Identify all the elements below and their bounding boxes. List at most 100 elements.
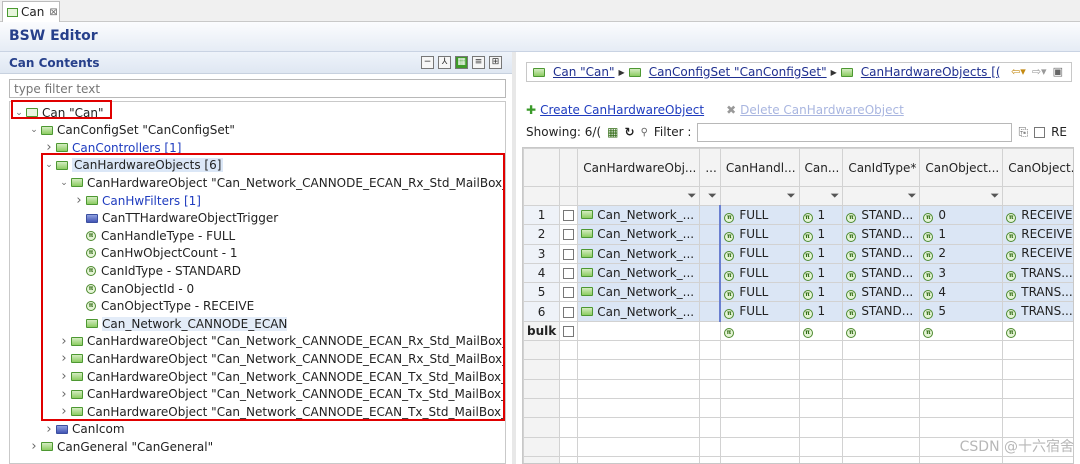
count-cell[interactable]: π1 (798, 262, 844, 284)
table-row[interactable]: 4 Can_Network_... π FULL π 1 π STAND... π 3 π TRANS… (523, 262, 1073, 284)
column-filter-icon[interactable]: ⏷ (699, 186, 721, 206)
grid-icon[interactable]: ⊞ (489, 56, 502, 69)
objid-cell[interactable]: π5 (919, 301, 1004, 322)
delete-button[interactable]: ✖ Delete CanHardwareObject (726, 103, 904, 117)
objid-cell[interactable]: π2 (919, 243, 1004, 264)
count-cell[interactable]: π1 (798, 204, 844, 226)
handle-cell[interactable]: π FULL (719, 224, 800, 245)
column-filter-icon[interactable]: ⏷ (798, 186, 844, 206)
objtype-cell[interactable]: π RECEIVE (1002, 204, 1073, 226)
columns-icon[interactable]: ▦ (607, 125, 618, 139)
bulk-cell[interactable]: π (842, 320, 921, 342)
bulk-cell[interactable]: π (798, 320, 844, 342)
regex-checkbox[interactable] (1034, 126, 1046, 138)
bulk-checkbox[interactable] (563, 325, 575, 337)
link-icon[interactable]: ⚲ (641, 127, 648, 138)
bulk-cell[interactable] (577, 320, 701, 342)
chevron-down-icon[interactable]: ⌄ (27, 125, 41, 135)
idtype-cell[interactable]: π STAND... (842, 224, 921, 245)
empty-cell[interactable] (699, 282, 722, 303)
idtype-cell[interactable]: π STAND... (842, 243, 921, 264)
column-header[interactable]: CanIdType* (842, 148, 921, 187)
document-icon[interactable]: ≡ (472, 56, 485, 69)
handle-cell[interactable]: π FULL (719, 243, 800, 264)
column-header[interactable]: CanObject... (1002, 148, 1073, 187)
objid-cell[interactable]: π1 (919, 224, 1004, 245)
chevron-right-icon[interactable]: › (42, 422, 56, 437)
column-header[interactable]: CanObject... (919, 148, 1004, 187)
name-cell[interactable]: Can_Network_... (577, 204, 701, 226)
tree-filter-input[interactable] (9, 79, 506, 98)
handle-cell[interactable]: π FULL (719, 301, 800, 322)
row-checkbox[interactable] (563, 248, 575, 260)
row-checkbox[interactable] (563, 210, 575, 222)
module-icon[interactable]: ▦ (455, 56, 468, 69)
bulk-cell[interactable]: π (1002, 320, 1073, 342)
idtype-cell[interactable]: π STAND... (842, 301, 921, 322)
objid-cell[interactable]: π4 (919, 282, 1004, 303)
idtype-cell[interactable]: π STAND... (842, 204, 921, 226)
table-row[interactable]: 5 Can_Network_... π FULL π 1 π STAND... π 4 π TRANS… (523, 282, 1073, 303)
objtype-cell[interactable]: π TRANS... (1002, 301, 1073, 322)
back-icon[interactable]: ⇦▾ (1011, 65, 1026, 78)
objid-cell[interactable]: π0 (919, 204, 1004, 226)
count-cell[interactable]: π1 (798, 301, 844, 322)
objtype-cell[interactable]: π TRANS... (1002, 262, 1073, 284)
menu-icon[interactable]: ▣ (1053, 65, 1063, 78)
bulk-cell[interactable]: π (719, 320, 800, 342)
column-filter-icon[interactable]: ⏷ (842, 186, 921, 206)
bulk-row[interactable]: bulk π π π π π (523, 320, 1073, 342)
tab-can[interactable]: Can ⊠ (2, 1, 60, 22)
empty-cell[interactable] (699, 243, 722, 264)
column-header[interactable]: CanHardwareObj... (577, 148, 701, 187)
column-filter-icon[interactable]: ⏷ (719, 186, 800, 206)
bulk-cell[interactable]: π (919, 320, 1004, 342)
empty-cell[interactable] (699, 204, 722, 226)
regex-icon[interactable]: ⎘ (1018, 125, 1028, 140)
close-icon[interactable]: ⊠ (49, 7, 57, 18)
count-cell[interactable]: π1 (798, 282, 844, 303)
forward-icon[interactable]: ⇨▾ (1032, 65, 1047, 78)
table-row[interactable]: 1 Can_Network_... π FULL π 1 π STAND... π 0 π RECEI… (523, 204, 1073, 226)
name-cell[interactable]: Can_Network_... (577, 224, 701, 245)
column-filter-icon[interactable]: ⏷ (577, 186, 701, 206)
create-button[interactable]: ✚ Create CanHardwareObject (526, 103, 704, 117)
objid-cell[interactable]: π3 (919, 262, 1004, 284)
table-row[interactable]: 2 Can_Network_... π FULL π 1 π STAND... π 1 π RECEI… (523, 224, 1073, 245)
objtype-cell[interactable]: π RECEIVE (1002, 243, 1073, 264)
empty-cell[interactable] (699, 301, 722, 322)
bulk-cell[interactable] (699, 320, 721, 342)
column-filter-icon[interactable]: ⏷ (1002, 186, 1073, 206)
column-filter-icon[interactable]: ⏷ (919, 186, 1004, 206)
name-cell[interactable]: Can_Network_... (577, 243, 701, 264)
handle-cell[interactable]: π FULL (719, 262, 800, 284)
breadcrumb-can[interactable]: Can "Can" (553, 65, 615, 79)
objtype-cell[interactable]: π RECEIVE (1002, 224, 1073, 245)
handle-cell[interactable]: π FULL (719, 282, 800, 303)
breadcrumb-canhardwareobjects[interactable]: CanHardwareObjects [( (861, 65, 1001, 79)
collapse-all-icon[interactable]: − (421, 56, 434, 69)
name-cell[interactable]: Can_Network_... (577, 262, 701, 284)
chevron-right-icon[interactable]: › (27, 439, 41, 454)
idtype-cell[interactable]: π STAND... (842, 262, 921, 284)
idtype-cell[interactable]: π STAND... (842, 282, 921, 303)
empty-cell[interactable] (699, 224, 722, 245)
refresh-icon[interactable]: ↻ (625, 125, 635, 139)
breadcrumb-canconfigset[interactable]: CanConfigSet "CanConfigSet" (649, 65, 827, 79)
table-row[interactable]: 6 Can_Network_... π FULL π 1 π STAND... π 5 π TRANS… (523, 301, 1073, 322)
count-cell[interactable]: π1 (798, 243, 844, 264)
tree-node[interactable]: ⌄ CanConfigSet "CanConfigSet" (27, 122, 235, 139)
row-checkbox[interactable] (563, 287, 575, 299)
name-cell[interactable]: Can_Network_... (577, 282, 701, 303)
column-header[interactable]: ... (699, 148, 721, 187)
table-filter-input[interactable] (697, 122, 1013, 142)
tree-view-icon[interactable]: ⅄ (438, 56, 451, 69)
name-cell[interactable]: Can_Network_... (577, 301, 701, 322)
column-header[interactable]: CanHandl... (719, 148, 800, 187)
objtype-cell[interactable]: π TRANS... (1002, 282, 1073, 303)
tree-node[interactable]: › CanGeneral "CanGeneral" (27, 438, 213, 455)
empty-cell[interactable] (699, 262, 722, 284)
table-row[interactable]: 3 Can_Network_... π FULL π 1 π STAND... π 2 π RECEI… (523, 243, 1073, 264)
column-header[interactable]: Can... (798, 148, 844, 187)
row-checkbox[interactable] (563, 306, 575, 318)
